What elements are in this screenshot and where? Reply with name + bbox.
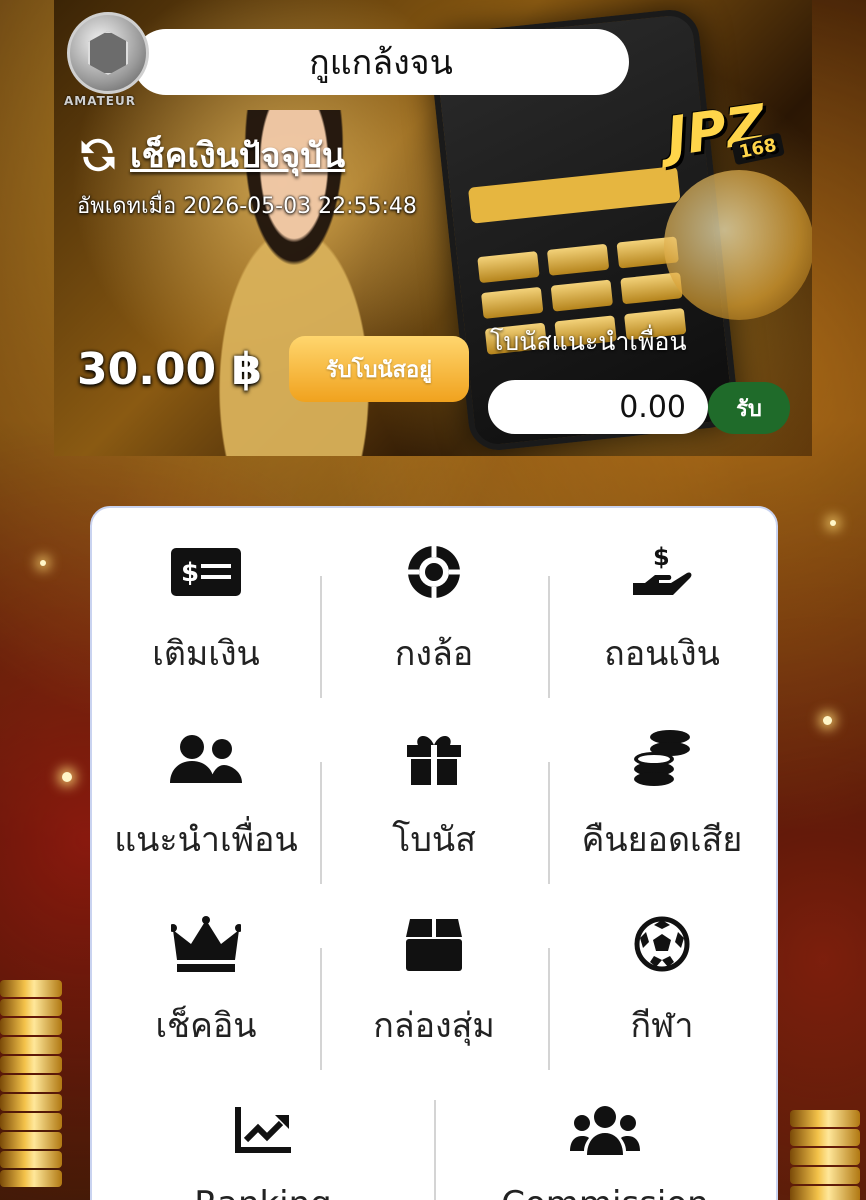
divider (548, 948, 550, 1070)
menu-item-checkin[interactable]: เช็คอิน (92, 914, 320, 1052)
menu-item-cashback[interactable]: คืนยอดเสีย (548, 728, 776, 866)
deposit-card-icon: $ (171, 542, 241, 602)
menu-item-refer-friend[interactable]: แนะนำเพื่อน (92, 728, 320, 866)
coin-stack (0, 980, 62, 1189)
menu-label: คืนยอดเสีย (581, 820, 743, 860)
menu-label: โบนัส (392, 820, 476, 860)
divider (320, 948, 322, 1070)
divider (434, 1100, 436, 1200)
box-icon (406, 914, 462, 974)
group-icon (570, 1100, 640, 1160)
menu-row: Ranking Commission (92, 1100, 776, 1200)
divider (320, 576, 322, 698)
brand-logo: JPZ 168 (640, 75, 791, 186)
coin-stack (790, 1110, 860, 1200)
withdraw-hand-icon: $ (631, 542, 693, 602)
menu-label: Commission (501, 1184, 708, 1200)
menu-item-sports[interactable]: กีฬา (548, 914, 776, 1052)
menu-row: เช็คอิน กล่องสุ่ม กีฬา (92, 914, 776, 1070)
menu-label: เช็คอิน (155, 1006, 257, 1046)
menu-item-ranking[interactable]: Ranking (92, 1100, 434, 1200)
rank-badge-icon (67, 12, 149, 94)
gift-icon (405, 728, 463, 788)
menu-label: กีฬา (630, 1006, 694, 1046)
menu-label: แนะนำเพื่อน (114, 820, 298, 860)
claim-referral-button[interactable]: รับ (708, 382, 790, 434)
refresh-balance-link[interactable]: เช็คเงินปัจจุบัน (76, 128, 345, 182)
svg-text:$: $ (181, 558, 199, 588)
claim-bonus-button[interactable]: รับโบนัสอยู่ (289, 336, 469, 402)
divider (320, 762, 322, 884)
username: กูแกล้งจน (133, 29, 629, 95)
menu-item-random-box[interactable]: กล่องสุ่ม (320, 914, 548, 1052)
menu-item-bonus[interactable]: โบนัส (320, 728, 548, 866)
menu-card: $ เติมเงิน กงล้อ $ ถอนเงิน แนะนำเพื่อน โ… (90, 506, 778, 1200)
rank-label: AMATEUR (64, 94, 136, 108)
coins-icon (632, 728, 692, 788)
divider (548, 576, 550, 698)
menu-row: แนะนำเพื่อน โบนัส คืนยอดเสีย (92, 728, 776, 884)
sparkle (823, 716, 832, 725)
menu-label: กงล้อ (394, 634, 474, 674)
menu-row: $ เติมเงิน กงล้อ $ ถอนเงิน (92, 542, 776, 698)
refresh-label: เช็คเงินปัจจุบัน (130, 136, 346, 176)
menu-item-commission[interactable]: Commission (434, 1100, 776, 1200)
chart-line-icon (235, 1100, 291, 1160)
crown-icon (171, 914, 241, 974)
lottery-globe-illustration (664, 170, 812, 320)
referral-bonus-value: 0.00 (488, 380, 708, 434)
sparkle (830, 520, 836, 526)
menu-item-withdraw[interactable]: $ ถอนเงิน (548, 542, 776, 680)
menu-label: ถอนเงิน (604, 634, 720, 674)
soccer-ball-icon (634, 914, 690, 974)
referral-bonus-label: โบนัสแนะนำเพื่อน (490, 327, 687, 356)
refresh-icon (81, 138, 115, 172)
users-icon (170, 728, 242, 788)
wheel-icon (406, 542, 462, 602)
menu-item-wheel[interactable]: กงล้อ (320, 542, 548, 680)
menu-item-deposit[interactable]: $ เติมเงิน (92, 542, 320, 680)
sparkle (62, 772, 72, 782)
sparkle (40, 560, 46, 566)
menu-label: Ranking (194, 1184, 332, 1200)
divider (548, 762, 550, 884)
menu-label: กล่องสุ่ม (373, 1006, 495, 1046)
menu-label: เติมเงิน (152, 634, 260, 674)
balance-amount: 30.00 ฿ (77, 344, 263, 395)
svg-text:$: $ (653, 543, 670, 571)
updated-timestamp: อัพเดทเมื่อ 2026-05-03 22:55:48 (77, 194, 417, 219)
